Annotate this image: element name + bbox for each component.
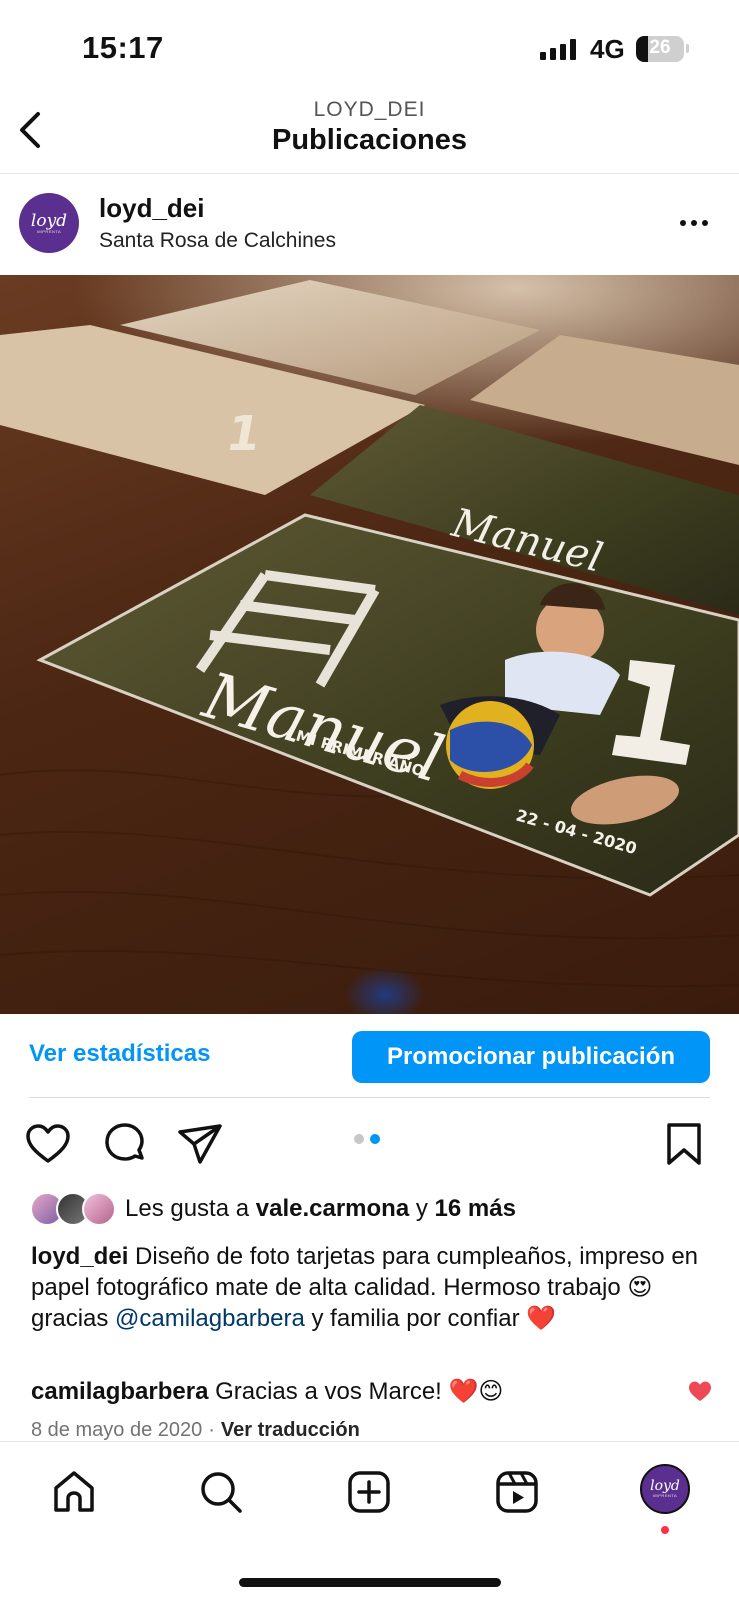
post-image-illustration: 1 Manuel Manuel MI PRIMER AÑO 22 - 04 - … — [0, 275, 739, 1014]
likes-joiner: y — [415, 1195, 428, 1222]
caption-username[interactable]: loyd_dei — [31, 1243, 128, 1270]
comment-text: Gracias a vos Marce! — [215, 1378, 442, 1405]
home-icon[interactable] — [50, 1468, 98, 1516]
caption-emoji: ❤️ — [526, 1305, 557, 1332]
likes-summary[interactable]: Les gusta a vale.carmona y 16 más — [125, 1195, 516, 1223]
post-location[interactable]: Santa Rosa de Calchines — [99, 229, 336, 253]
caption-text: gracias — [31, 1305, 109, 1332]
status-bar: 15:17 4G 26 — [0, 0, 739, 90]
save-bookmark-icon[interactable] — [660, 1120, 708, 1168]
caption-mention[interactable]: @camilagbarbera — [115, 1305, 305, 1332]
page-header: LOYD_DEI Publicaciones — [0, 90, 739, 174]
signal-icon — [540, 38, 576, 60]
caption-emoji: 😍 — [627, 1274, 653, 1301]
more-options-icon[interactable] — [680, 211, 714, 235]
bottom-navigation: loyd IMPRENTA — [0, 1441, 739, 1600]
carousel-indicator — [354, 1134, 380, 1144]
post-caption: loyd_dei Diseño de foto tarjetas para cu… — [31, 1241, 721, 1334]
search-icon[interactable] — [197, 1468, 245, 1516]
caption-text: Diseño de foto tarjetas para cumpleaños,… — [31, 1243, 699, 1301]
post-date-row: 8 de mayo de 2020 · Ver traducción — [31, 1419, 360, 1442]
battery-level: 26 — [649, 37, 671, 58]
promote-post-button[interactable]: Promocionar publicación — [352, 1031, 710, 1083]
likes-others[interactable]: 16 más — [435, 1195, 516, 1222]
comment-username[interactable]: camilagbarbera — [31, 1378, 208, 1405]
carousel-dot — [370, 1134, 380, 1144]
reels-icon[interactable] — [493, 1468, 541, 1516]
carousel-dot — [354, 1134, 364, 1144]
date-separator: · — [208, 1419, 215, 1441]
status-time: 15:17 — [82, 30, 164, 65]
post-header: loyd IMPRENTA loyd_dei Santa Rosa de Cal… — [0, 175, 739, 275]
like-heart-icon[interactable] — [24, 1120, 72, 1168]
battery-cap — [686, 44, 689, 53]
page-title: Publicaciones — [271, 124, 467, 156]
avatar-subtext: IMPRENTA — [36, 228, 62, 234]
caption-text: y familia por confiar — [311, 1305, 520, 1332]
post-date: 8 de mayo de 2020 — [31, 1419, 203, 1441]
create-post-icon[interactable] — [345, 1468, 393, 1516]
avatar-subtext: IMPRENTA — [652, 1493, 678, 1498]
liker-username[interactable]: vale.carmona — [256, 1195, 409, 1222]
likers-avatars[interactable] — [30, 1192, 118, 1228]
avatar-logo: loyd — [650, 1478, 680, 1494]
liker-avatar — [82, 1192, 116, 1226]
see-translation-link[interactable]: Ver traducción — [221, 1419, 360, 1441]
notification-dot — [661, 1526, 669, 1534]
top-comment: camilagbarbera Gracias a vos Marce! ❤️😊 — [31, 1376, 591, 1407]
header-subtitle: LOYD_DEI — [313, 98, 426, 121]
battery-icon: 26 — [636, 36, 684, 62]
comment-liked-heart-icon[interactable] — [688, 1380, 712, 1402]
profile-avatar[interactable]: loyd IMPRENTA — [640, 1464, 690, 1514]
post-image[interactable]: 1 Manuel Manuel MI PRIMER AÑO 22 - 04 - … — [0, 275, 739, 1014]
share-send-icon[interactable] — [176, 1120, 224, 1168]
view-insights-link[interactable]: Ver estadísticas — [29, 1040, 210, 1068]
comment-emoji: ❤️😊 — [448, 1378, 504, 1405]
network-label: 4G — [590, 34, 625, 64]
post-username[interactable]: loyd_dei — [99, 193, 204, 224]
comment-bubble-icon[interactable] — [101, 1120, 149, 1168]
avatar[interactable]: loyd IMPRENTA — [19, 193, 79, 253]
home-indicator — [239, 1578, 501, 1587]
avatar-logo: loyd — [30, 210, 68, 231]
divider — [29, 1097, 710, 1098]
likes-prefix: Les gusta a — [125, 1195, 250, 1222]
